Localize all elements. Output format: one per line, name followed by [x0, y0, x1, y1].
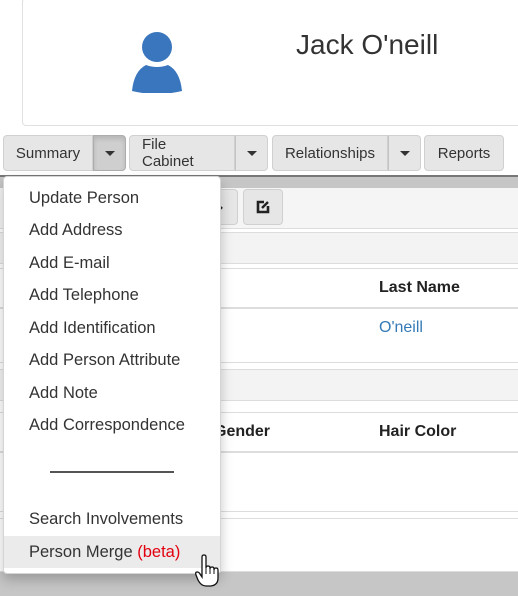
menu-item-add-person-attribute[interactable]: Add Person Attribute	[4, 345, 220, 375]
user-icon	[132, 32, 182, 93]
summary-dropdown-toggle[interactable]	[93, 135, 126, 171]
file-cabinet-dropdown-toggle[interactable]	[235, 135, 268, 171]
caret-down-icon	[246, 150, 257, 156]
menu-item-label: Person Merge	[29, 543, 133, 561]
menu-item-add-telephone[interactable]: Add Telephone	[4, 280, 220, 310]
menu-item-add-identification[interactable]: Add Identification	[4, 313, 220, 343]
modal-backdrop-strip	[0, 572, 518, 596]
person-action-bar: Summary File Cabinet Relationships Repor…	[0, 135, 518, 171]
reports-button-group: Reports	[424, 135, 504, 171]
menu-item-add-correspondence[interactable]: Add Correspondence	[4, 410, 220, 440]
relationships-button[interactable]: Relationships	[272, 135, 388, 171]
reports-button[interactable]: Reports	[424, 135, 504, 171]
summary-button-group: Summary	[3, 135, 126, 171]
caret-down-icon	[399, 150, 410, 156]
beta-badge: (beta)	[137, 543, 181, 561]
edit-icon	[256, 200, 270, 214]
person-header-card: Jack O'neill	[22, 0, 518, 126]
menu-item-add-address[interactable]: Add Address	[4, 215, 220, 245]
last-name-link[interactable]: O'neill	[379, 319, 423, 337]
column-header-last-name: Last Name	[379, 279, 460, 296]
relationships-dropdown-toggle[interactable]	[388, 135, 421, 171]
caret-down-icon	[104, 150, 115, 156]
menu-divider	[50, 471, 174, 473]
menu-item-add-email[interactable]: Add E-mail	[4, 248, 220, 278]
menu-item-person-merge[interactable]: Person Merge (beta)	[4, 536, 220, 568]
person-name: Jack O'neill	[296, 29, 439, 60]
menu-item-search-involvements[interactable]: Search Involvements	[4, 504, 220, 534]
file-cabinet-button-group: File Cabinet	[129, 135, 268, 171]
column-header-hair-color: Hair Color	[379, 423, 457, 440]
edit-button[interactable]	[243, 189, 283, 225]
menu-item-add-note[interactable]: Add Note	[4, 378, 220, 408]
summary-dropdown-menu: Update Person Add Address Add E-mail Add…	[3, 176, 221, 574]
column-header-gender: Gender	[214, 423, 271, 440]
hand-pointer-icon	[195, 554, 219, 587]
relationships-button-group: Relationships	[272, 135, 421, 171]
summary-button[interactable]: Summary	[3, 135, 93, 171]
menu-item-update-person[interactable]: Update Person	[4, 183, 220, 213]
file-cabinet-button[interactable]: File Cabinet	[129, 135, 235, 171]
